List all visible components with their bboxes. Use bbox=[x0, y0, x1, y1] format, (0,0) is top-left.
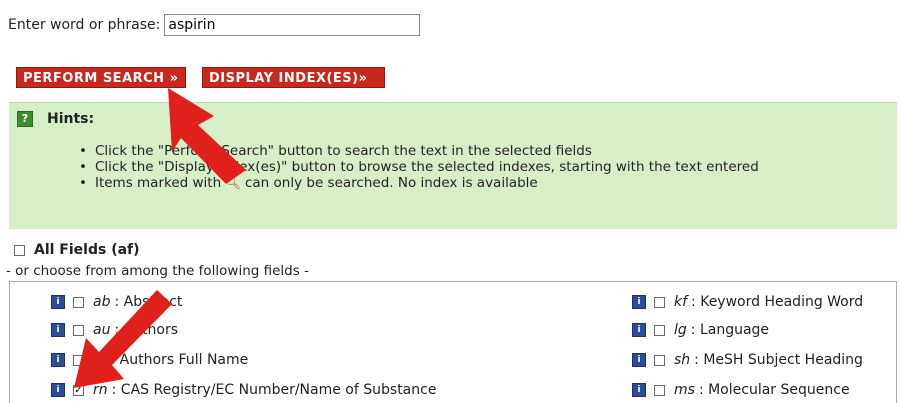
info-icon[interactable]: i bbox=[632, 383, 646, 397]
search-row: Enter word or phrase: bbox=[8, 14, 421, 36]
field-code: kf bbox=[674, 294, 688, 310]
hint-item: Click the "Perform Search" button to sea… bbox=[79, 143, 759, 159]
hints-list: Click the "Perform Search" button to sea… bbox=[79, 143, 759, 191]
field-label: : Authors Full Name bbox=[110, 352, 249, 368]
field-row: i ✓ rn: CAS Registry/EC Number/Name of S… bbox=[51, 382, 436, 398]
hints-title: Hints: bbox=[47, 111, 95, 127]
field-code: ms bbox=[674, 382, 695, 398]
field-label: : Language bbox=[690, 322, 770, 338]
info-icon[interactable]: i bbox=[632, 353, 646, 367]
field-checkbox[interactable] bbox=[654, 354, 665, 366]
search-input[interactable] bbox=[164, 14, 421, 36]
help-icon: ? bbox=[17, 111, 33, 127]
choose-fields-note: - or choose from among the following fie… bbox=[6, 263, 309, 279]
perform-search-button[interactable]: PERFORM SEARCH » bbox=[16, 67, 186, 88]
field-checkbox[interactable] bbox=[73, 324, 84, 336]
hint-item: Items marked with 🔍︎ can only be searche… bbox=[79, 175, 759, 191]
field-row: i ms: Molecular Sequence bbox=[632, 382, 850, 398]
field-code: rn bbox=[93, 382, 108, 398]
field-checkbox[interactable] bbox=[654, 296, 665, 308]
field-row: i lg: Language bbox=[632, 322, 769, 338]
fields-list: i ab: Abstract i au: Authors i fa: Autho… bbox=[9, 281, 897, 403]
field-code: lg bbox=[674, 322, 687, 338]
hints-panel: ? Hints: Click the "Perform Search" butt… bbox=[9, 102, 897, 229]
hint-item: Click the "Display Index(es)" button to … bbox=[79, 159, 759, 175]
field-label: : Keyword Heading Word bbox=[691, 294, 864, 310]
all-fields-checkbox[interactable] bbox=[14, 244, 25, 256]
info-icon[interactable]: i bbox=[51, 383, 65, 397]
field-checkbox[interactable] bbox=[654, 384, 665, 396]
all-fields-row: All Fields (af) bbox=[14, 242, 140, 258]
field-checkbox[interactable] bbox=[73, 354, 84, 366]
field-checkbox[interactable] bbox=[73, 296, 84, 308]
magnifier-icon: 🔍︎ bbox=[225, 176, 241, 190]
info-icon[interactable]: i bbox=[51, 323, 65, 337]
field-code: sh bbox=[674, 352, 691, 368]
field-code: ab bbox=[93, 294, 111, 310]
info-icon[interactable]: i bbox=[51, 295, 65, 309]
field-label: : MeSH Subject Heading bbox=[694, 352, 863, 368]
field-row: i au: Authors bbox=[51, 322, 178, 338]
search-label: Enter word or phrase: bbox=[8, 17, 161, 33]
field-code: fa bbox=[93, 352, 107, 368]
hints-header: ? Hints: bbox=[17, 111, 94, 127]
field-label: : Abstract bbox=[114, 294, 183, 310]
display-index-button[interactable]: DISPLAY INDEX(ES)» bbox=[202, 67, 385, 88]
field-row: i ab: Abstract bbox=[51, 294, 182, 310]
field-label: : CAS Registry/EC Number/Name of Substan… bbox=[111, 382, 437, 398]
field-checkbox-checked[interactable]: ✓ bbox=[73, 384, 84, 396]
field-label: : Authors bbox=[114, 322, 179, 338]
field-row: i kf: Keyword Heading Word bbox=[632, 294, 863, 310]
field-label: : Molecular Sequence bbox=[698, 382, 850, 398]
field-checkbox[interactable] bbox=[654, 324, 665, 336]
all-fields-label: All Fields (af) bbox=[34, 242, 140, 258]
field-code: au bbox=[93, 322, 111, 338]
field-row: i sh: MeSH Subject Heading bbox=[632, 352, 863, 368]
info-icon[interactable]: i bbox=[632, 323, 646, 337]
hint-item-text: can only be searched. No index is availa… bbox=[244, 175, 538, 191]
info-icon[interactable]: i bbox=[51, 353, 65, 367]
info-icon[interactable]: i bbox=[632, 295, 646, 309]
hint-item-text: Items marked with bbox=[94, 175, 222, 191]
field-row: i fa: Authors Full Name bbox=[51, 352, 248, 368]
